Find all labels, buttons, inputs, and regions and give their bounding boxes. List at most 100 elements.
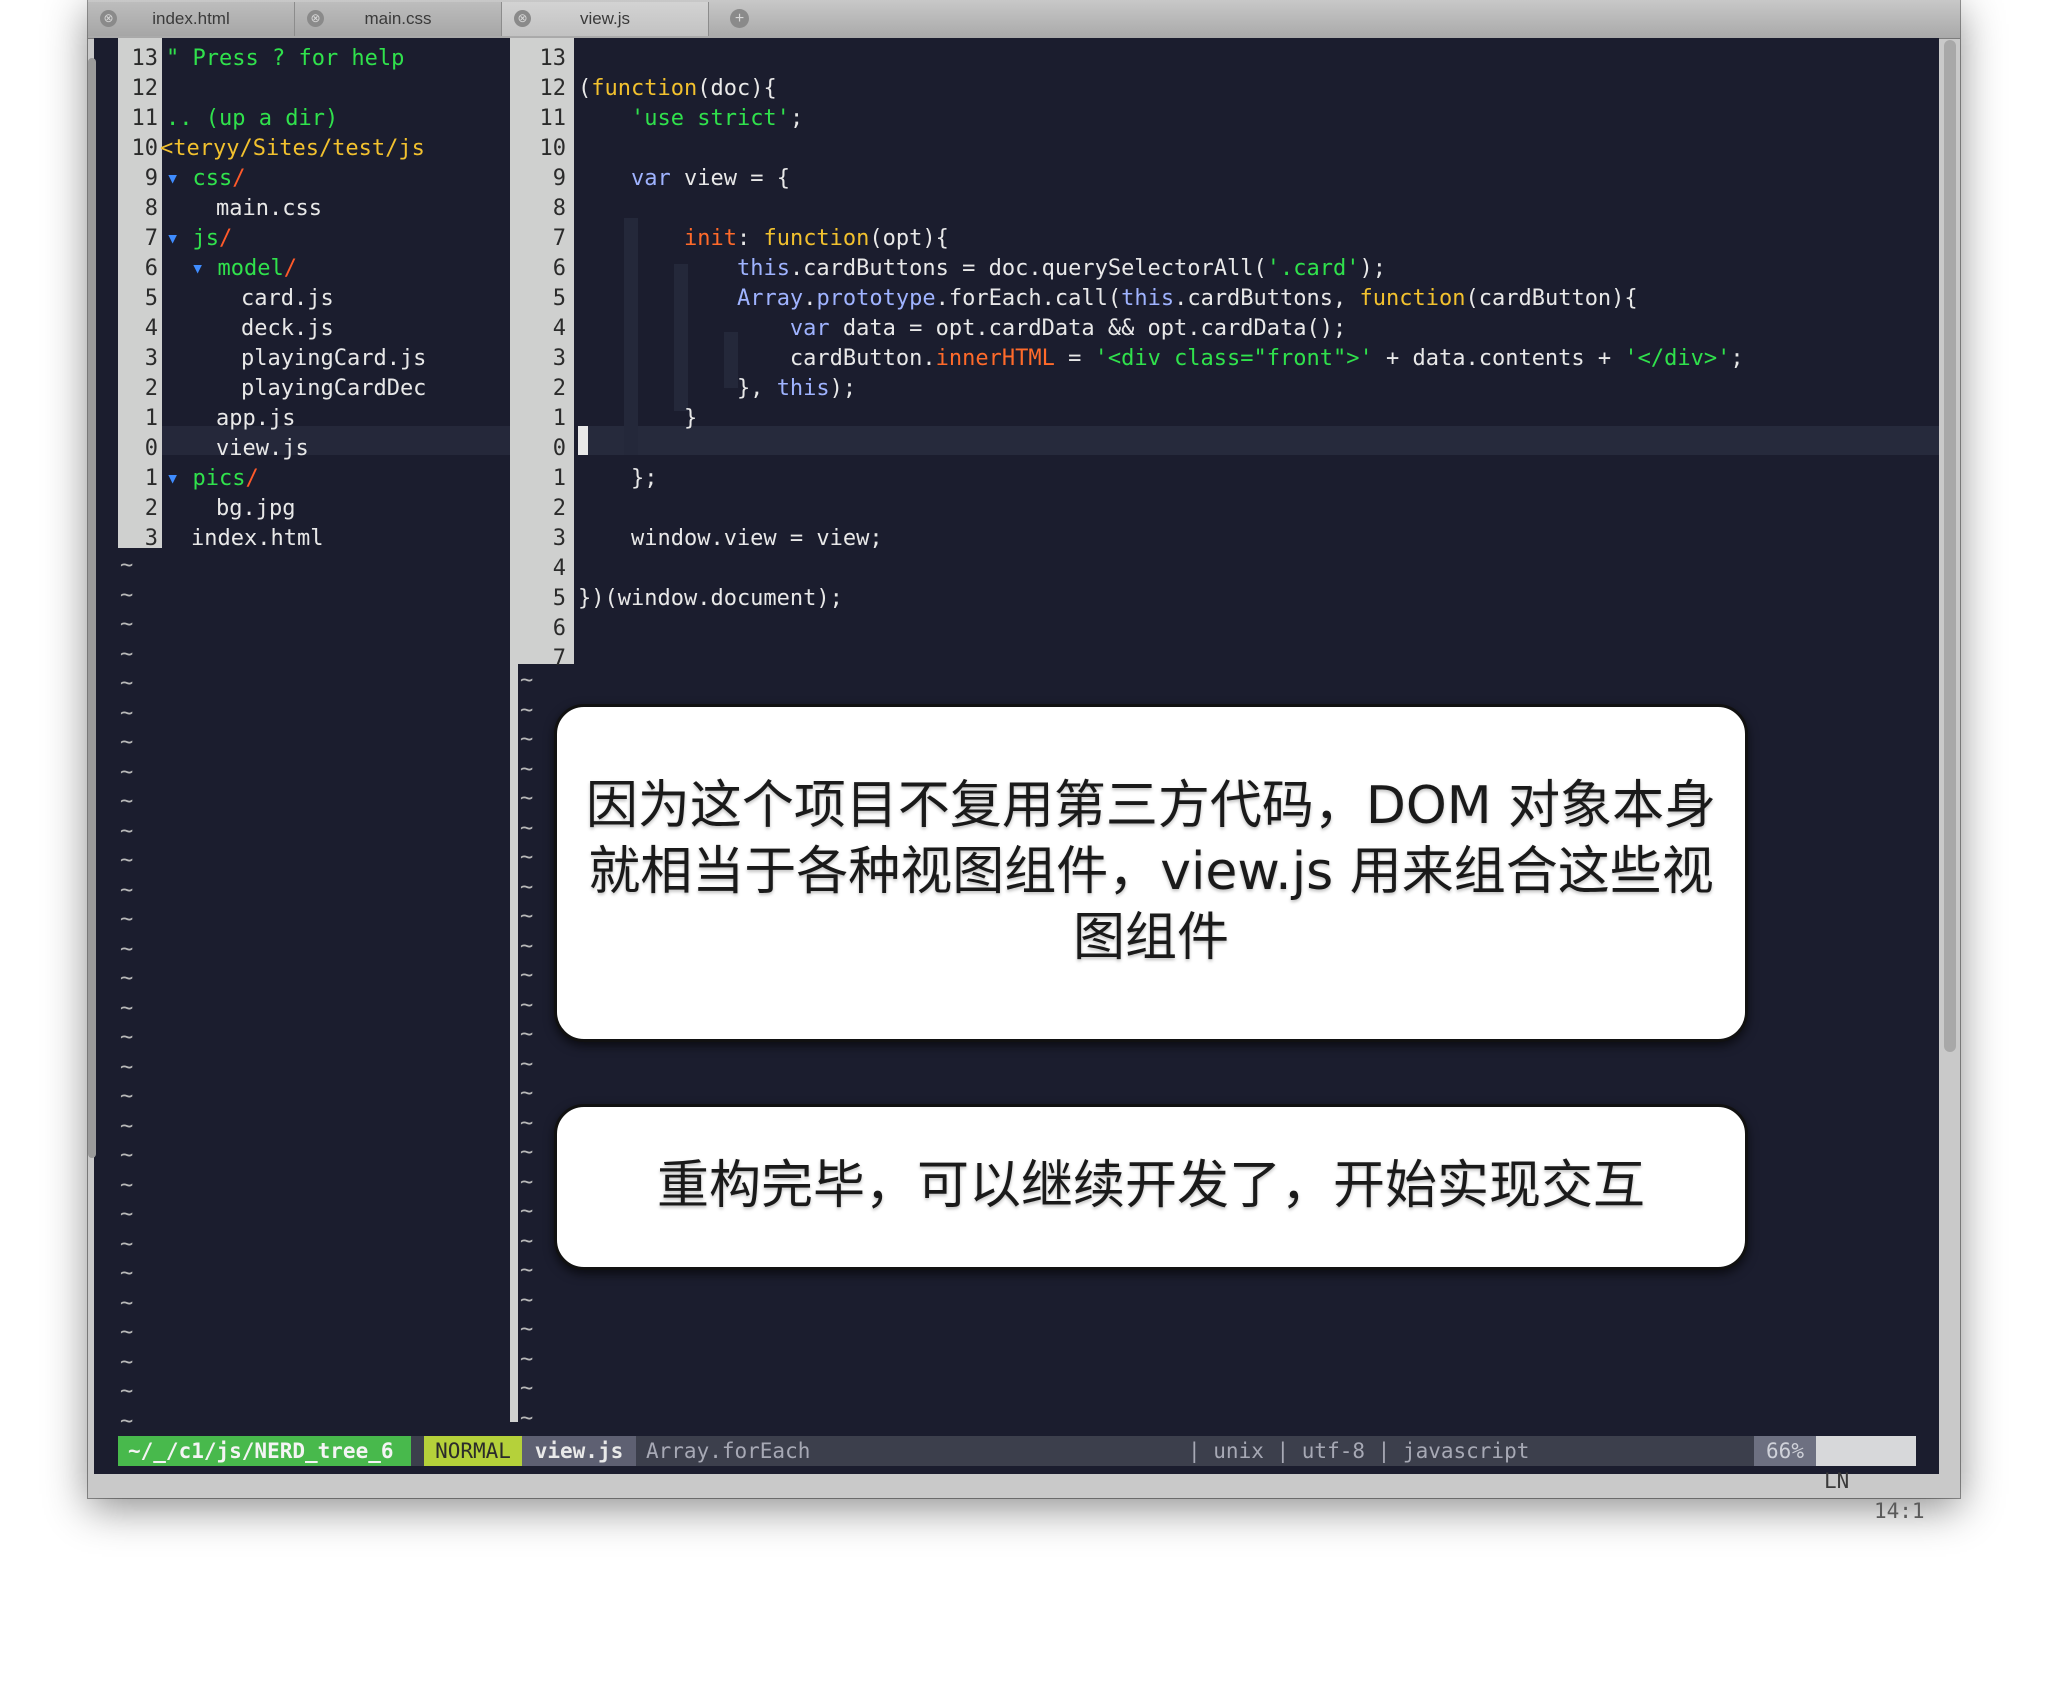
scrollbar[interactable] [88, 58, 96, 1158]
empty-line-marker: ~ [120, 701, 134, 726]
empty-line-marker: ~ [120, 878, 134, 903]
tree-file[interactable]: deck.js [241, 314, 334, 343]
line-number: 8 [552, 196, 566, 221]
empty-line-marker: ~ [120, 1261, 134, 1286]
tree-item-label: css [192, 166, 233, 191]
tree-item-label: model [217, 256, 284, 281]
window-split[interactable] [510, 38, 518, 1422]
line-number: 0 [552, 436, 566, 461]
line-number: 11 [539, 106, 567, 131]
code-line: cardButton.innerHTML = '<div class="fron… [578, 346, 1744, 371]
tree-cursor-line [162, 426, 510, 455]
tree-folder[interactable]: ▾ js/ [166, 224, 232, 253]
tree-file[interactable]: card.js [241, 284, 334, 313]
tree-item-label: bg.jpg [216, 496, 296, 521]
empty-line-marker: ~ [520, 1170, 534, 1195]
tab-main-css[interactable]: ⊗ main.css [295, 2, 502, 36]
tree-file[interactable]: index.html [191, 524, 323, 553]
scrollbar[interactable] [1944, 40, 1956, 1052]
empty-line-marker: ~ [120, 1409, 134, 1434]
empty-line-marker: ~ [520, 1140, 534, 1165]
tree-root-path[interactable]: <teryy/Sites/test/js [160, 134, 425, 163]
empty-line-marker: ~ [120, 1084, 134, 1109]
code-line: var view = { [630, 166, 790, 191]
new-tab-icon[interactable]: + [730, 9, 749, 28]
tree-up-dir[interactable]: .. (up a dir) [166, 104, 338, 133]
empty-line-marker: ~ [120, 1320, 134, 1345]
tree-file[interactable]: bg.jpg [216, 494, 295, 523]
line-number: 1 [552, 466, 566, 491]
line-number: 3 [144, 346, 158, 371]
status-position: LN 14:1 [1816, 1436, 1925, 1523]
line-number: 0 [144, 436, 158, 461]
tab-view-js[interactable]: ⊗ view.js [502, 2, 709, 36]
empty-line-marker: ~ [120, 583, 134, 608]
status-ln-label: LN [1824, 1469, 1850, 1493]
line-number: 1 [552, 406, 566, 431]
code-line: })(window.document); [578, 586, 843, 611]
empty-line-marker: ~ [520, 1347, 534, 1372]
code-line: 'use strict'; [630, 106, 804, 131]
empty-line-marker: ~ [520, 1258, 534, 1283]
code-line: }, this); [578, 376, 857, 401]
empty-line-marker: ~ [120, 819, 134, 844]
line-number: 7 [144, 226, 158, 251]
empty-line-marker: ~ [520, 1199, 534, 1224]
tab-label: main.css [364, 9, 432, 28]
empty-line-marker: ~ [520, 1081, 534, 1106]
empty-line-marker: ~ [120, 789, 134, 814]
empty-line-marker: ~ [120, 1114, 134, 1139]
line-number: 6 [552, 256, 566, 281]
line-number: 8 [144, 196, 158, 221]
empty-line-marker: ~ [520, 1052, 534, 1077]
empty-line-marker: ~ [520, 786, 534, 811]
chevron-down-icon: ▾ [191, 256, 218, 281]
status-tree-path: ~/_/c1/js/NERD_tree_6 [118, 1436, 411, 1466]
tab-index-html[interactable]: ⊗ index.html [88, 2, 295, 36]
line-number: 3 [144, 526, 158, 551]
empty-line-marker: ~ [120, 1202, 134, 1227]
empty-line-marker: ~ [520, 1406, 534, 1431]
tree-folder[interactable]: ▾ model/ [191, 254, 297, 283]
code-line: var data = opt.cardData && opt.cardData(… [789, 316, 1347, 341]
line-number: 7 [552, 226, 566, 251]
line-number: 13 [131, 46, 159, 71]
empty-line-marker: ~ [520, 845, 534, 870]
tree-folder[interactable]: ▾ pics/ [166, 464, 259, 493]
empty-line-marker: ~ [520, 816, 534, 841]
empty-line-marker: ~ [520, 963, 534, 988]
line-number: 2 [144, 496, 158, 521]
tree-folder[interactable]: ▾ css/ [166, 164, 246, 193]
tree-file[interactable]: view.js [216, 434, 309, 463]
status-line: ~/_/c1/js/NERD_tree_6 NORMAL view.js Arr… [118, 1436, 1925, 1523]
tree-item-label: playingCardDec [241, 376, 427, 401]
line-number: 10 [539, 136, 567, 161]
callout-text: 重构完毕，可以继续开发了，开始实现交互 [656, 1156, 1645, 1216]
tree-item-label: app.js [216, 406, 296, 431]
tree-file[interactable]: app.js [216, 404, 295, 433]
empty-line-marker: ~ [520, 668, 534, 693]
empty-line-marker: ~ [120, 1055, 134, 1080]
line-number: 11 [131, 106, 159, 131]
line-number: 10 [131, 136, 159, 161]
status-encoding: | unix | utf-8 | javascript [1188, 1439, 1530, 1463]
empty-line-marker: ~ [520, 757, 534, 782]
empty-line-marker: ~ [120, 1379, 134, 1404]
empty-line-marker: ~ [120, 760, 134, 785]
line-number: 4 [144, 316, 158, 341]
code-line: this.cardButtons = doc.querySelectorAll(… [736, 256, 1386, 281]
tab-label: view.js [579, 9, 631, 28]
tree-item-label: index.html [191, 526, 324, 551]
code-line: } [578, 406, 698, 431]
line-number: 1 [144, 406, 158, 431]
tree-file[interactable]: playingCard.js [241, 344, 426, 373]
tree-file[interactable]: main.css [216, 194, 322, 223]
tab-label: index.html [152, 9, 230, 28]
line-number: 6 [552, 616, 566, 641]
empty-line-marker: ~ [520, 1022, 534, 1047]
code-line: Array.prototype.forEach.call(this.cardBu… [736, 286, 1638, 311]
line-number: 12 [131, 76, 159, 101]
line-number: 3 [552, 526, 566, 551]
code-line: window.view = view; [578, 526, 883, 551]
tree-file[interactable]: playingCardDec [241, 374, 426, 403]
